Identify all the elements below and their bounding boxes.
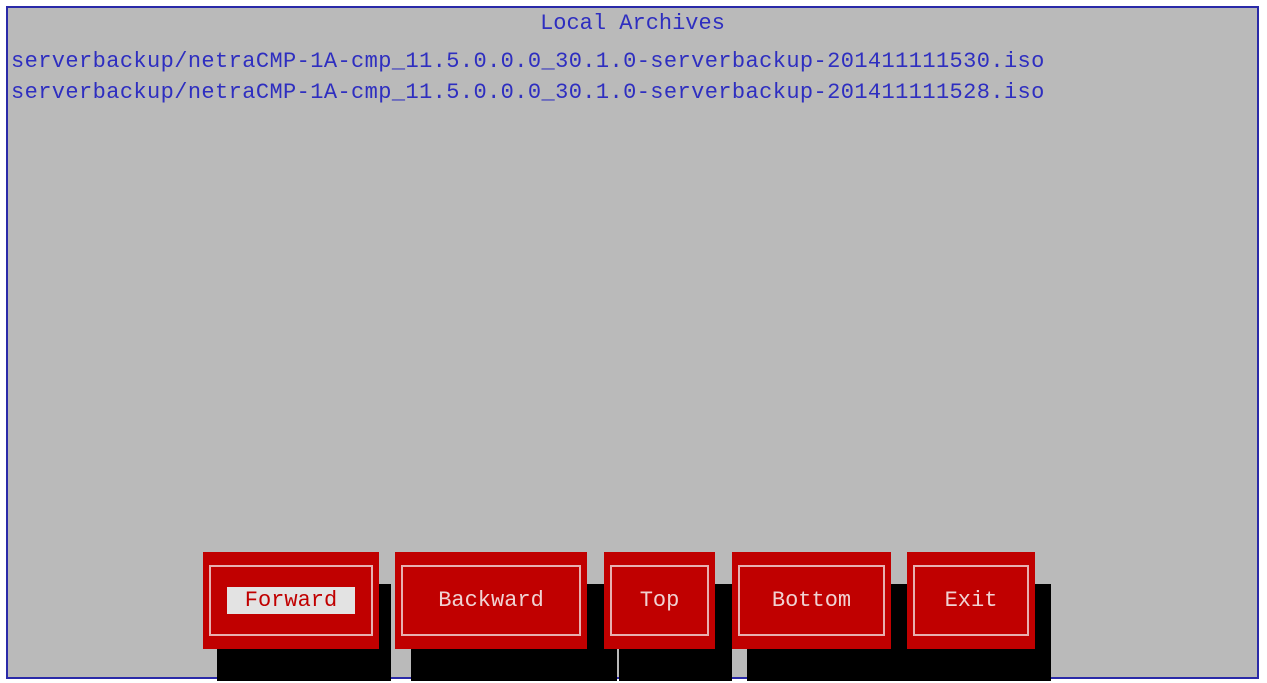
list-item[interactable]: serverbackup/netraCMP-1A-cmp_11.5.0.0.0_… bbox=[11, 46, 1045, 77]
bottom-button[interactable]: Bottom bbox=[732, 552, 891, 649]
terminal-screen: Local Archives serverbackup/netraCMP-1A-… bbox=[0, 0, 1267, 683]
backward-button-label: Backward bbox=[438, 588, 544, 613]
archive-panel: Local Archives serverbackup/netraCMP-1A-… bbox=[6, 6, 1259, 681]
list-item[interactable]: serverbackup/netraCMP-1A-cmp_11.5.0.0.0_… bbox=[11, 77, 1045, 108]
backward-button[interactable]: Backward bbox=[395, 552, 587, 649]
archive-list: serverbackup/netraCMP-1A-cmp_11.5.0.0.0_… bbox=[11, 46, 1045, 108]
exit-button[interactable]: Exit bbox=[907, 552, 1035, 649]
bottom-button-label: Bottom bbox=[771, 588, 852, 613]
top-button-label: Top bbox=[639, 588, 680, 613]
top-button[interactable]: Top bbox=[604, 552, 715, 649]
forward-button[interactable]: Forward bbox=[203, 552, 379, 649]
forward-button-label: Forward bbox=[226, 587, 356, 614]
panel-title: Local Archives bbox=[540, 11, 725, 36]
exit-button-label: Exit bbox=[944, 588, 998, 613]
